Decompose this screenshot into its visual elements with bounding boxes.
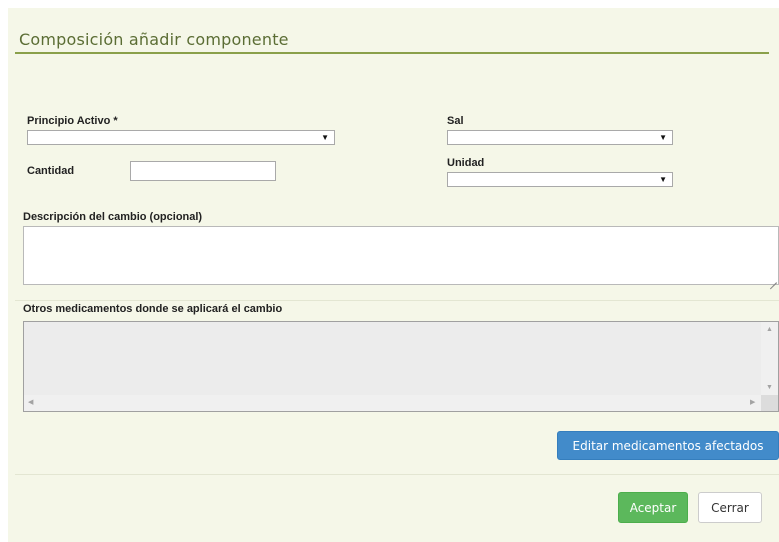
dropdown-arrow-icon: ▼ [321,133,329,142]
unidad-select[interactable]: ▼ [447,172,673,187]
unidad-label: Unidad [447,157,485,169]
sal-select[interactable]: ▼ [447,130,673,145]
horizontal-scrollbar[interactable]: ◀ ▶ [24,395,778,411]
sal-label: Sal [447,115,464,127]
descripcion-textarea[interactable] [23,226,779,285]
edit-affected-medicines-button[interactable]: Editar medicamentos afectados [557,431,779,460]
principio-activo-label: Principio Activo * [27,115,118,127]
scroll-left-icon[interactable]: ◀ [28,399,33,407]
section-divider [15,300,779,301]
dialog-title: Composición añadir componente [19,30,289,49]
scrollbar-corner [761,395,778,411]
close-button[interactable]: Cerrar [698,492,762,523]
cantidad-label: Cantidad [27,165,75,177]
principio-activo-select[interactable]: ▼ [27,130,335,145]
accept-button[interactable]: Aceptar [618,492,688,523]
vertical-scrollbar[interactable]: ▲ ▼ [761,322,778,396]
otros-medicamentos-label: Otros medicamentos donde se aplicará el … [23,303,283,315]
otros-medicamentos-list[interactable]: ▲ ▼ ◀ ▶ [23,321,779,412]
scroll-up-icon[interactable]: ▲ [766,326,773,334]
title-divider [15,52,769,54]
dropdown-arrow-icon: ▼ [659,175,667,184]
resize-handle-icon[interactable] [770,276,777,283]
dropdown-arrow-icon: ▼ [659,133,667,142]
descripcion-label: Descripción del cambio (opcional) [23,211,203,223]
scroll-down-icon[interactable]: ▼ [766,384,773,392]
cantidad-input[interactable] [130,161,276,181]
footer-divider [15,474,779,475]
scroll-right-icon[interactable]: ▶ [750,399,755,407]
